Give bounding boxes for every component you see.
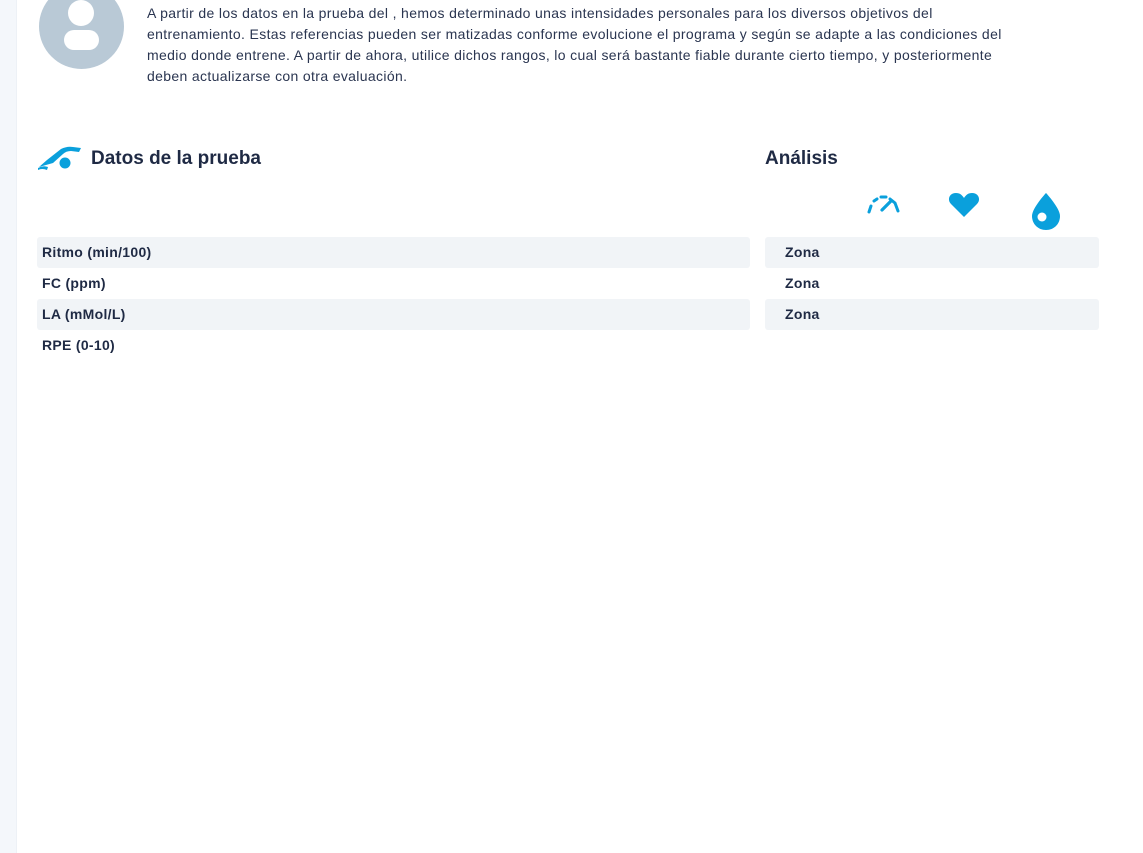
test-data-title: Datos de la prueba [91,148,261,169]
drop-icon [1032,193,1060,230]
avatar-body [64,30,99,50]
avatar [39,0,124,69]
intro-text: A partir de los datos en la prueba del ,… [147,5,1002,84]
speedometer-icon [867,195,900,214]
swimmer-icon [38,146,81,170]
test-row-rpe: RPE (0-10) [42,337,116,353]
analysis-row-zone: Zona [785,275,820,291]
left-gutter [0,0,17,853]
test-row-heart-rate: FC (ppm) [42,275,106,291]
test-row-lactate: LA (mMol/L) [37,299,750,330]
analysis-row-zone: Zona [765,299,1099,330]
avatar-head [68,0,94,26]
heart-icon [948,193,980,217]
analysis-title: Análisis [765,148,838,169]
analysis-row-zone: Zona [765,237,1099,268]
test-row-pace: Ritmo (min/100) [37,237,750,268]
